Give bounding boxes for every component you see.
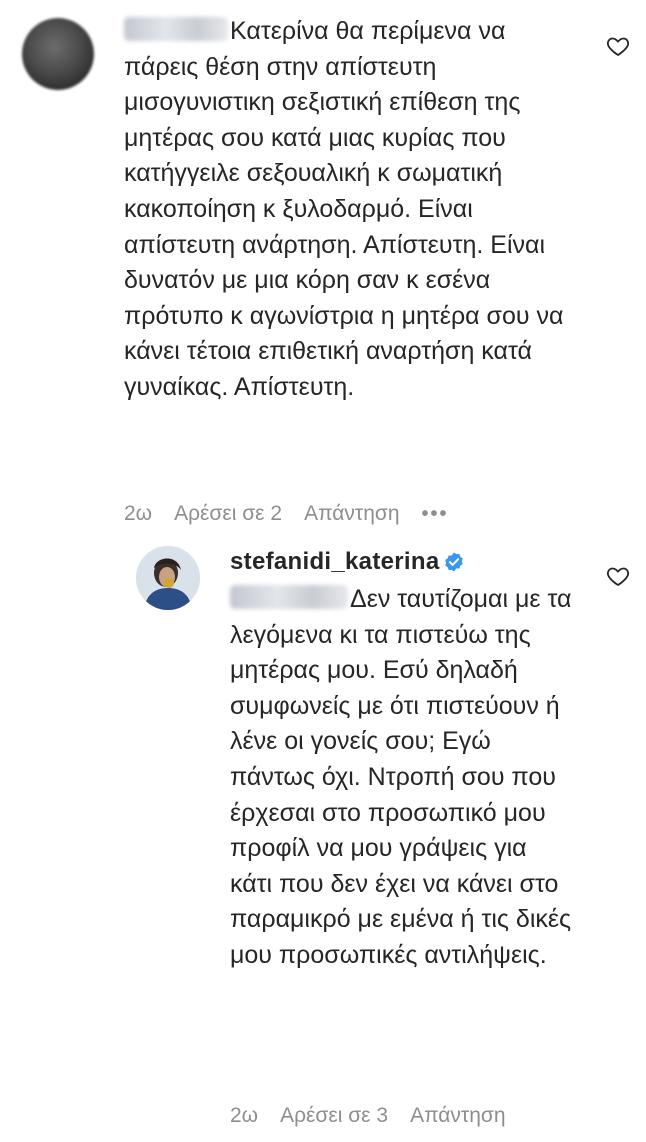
- reply-meta: 2ω Αρέσει σε 3 Απάντηση: [230, 1104, 528, 1128]
- comment-likes-button[interactable]: Αρέσει σε 2: [174, 502, 282, 526]
- comment-text: Κατερίνα θα περίμενα να πάρεις θέση στην…: [124, 17, 564, 401]
- like-heart-icon[interactable]: [606, 34, 630, 58]
- reply-username-row[interactable]: stefanidi_katerina: [230, 548, 465, 576]
- comment-reply-button[interactable]: Απάντηση: [304, 502, 399, 526]
- reply-username[interactable]: stefanidi_katerina: [230, 548, 439, 575]
- mentioned-username-blurred[interactable]: [230, 585, 348, 609]
- reply-reply-button[interactable]: Απάντηση: [410, 1104, 505, 1128]
- commenter-username-blurred[interactable]: [124, 17, 228, 41]
- comment-body: Κατερίνα θα περίμενα να πάρεις θέση στην…: [124, 14, 584, 406]
- reply-text: Δεν ταυτίζομαι με τα λεγόμενα κι τα πιστ…: [230, 585, 572, 969]
- commenter-avatar[interactable]: [22, 18, 94, 90]
- reply-likes-button[interactable]: Αρέσει σε 3: [280, 1104, 388, 1128]
- reply-body: Δεν ταυτίζομαι με τα λεγόμενα κι τα πιστ…: [230, 582, 575, 974]
- comment-thread: Κατερίνα θα περίμενα να πάρεις θέση στην…: [0, 0, 646, 1142]
- reply-time: 2ω: [230, 1104, 259, 1127]
- comment-time: 2ω: [124, 502, 153, 525]
- comment-meta: 2ω Αρέσει σε 2 Απάντηση •••: [124, 502, 471, 526]
- more-options-icon[interactable]: •••: [422, 503, 449, 526]
- reply-like-heart-icon[interactable]: [606, 564, 630, 588]
- verified-badge-icon: [445, 552, 464, 572]
- reply-avatar[interactable]: [136, 546, 200, 610]
